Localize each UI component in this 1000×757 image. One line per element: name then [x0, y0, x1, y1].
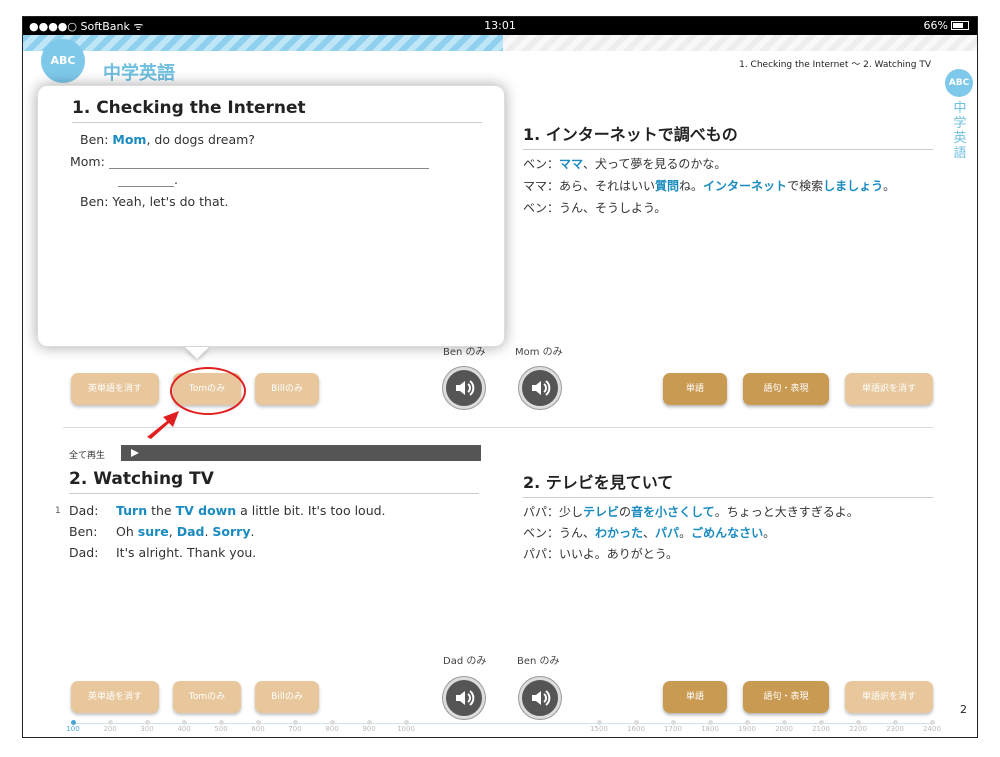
app-title: 中学英語	[103, 63, 175, 84]
section2-en-line-1: Dad: Turn the TV down a little bit. It's …	[69, 503, 386, 518]
phrases-button-2[interactable]: 語句・表現	[743, 681, 829, 713]
timeline-tick-label: 1600	[627, 725, 645, 733]
timeline-tick-label: 2100	[812, 725, 830, 733]
play-all-label: 全て再生	[69, 451, 106, 461]
side-menu-title[interactable]: 中学英語	[953, 101, 967, 161]
battery-indicator: 66%	[924, 19, 969, 32]
section2-en-line-3: Dad: It's alright. Thank you.	[69, 545, 257, 560]
battery-percent: 66%	[923, 19, 948, 32]
ben-audio-button[interactable]	[443, 367, 485, 409]
timeline-tick-label: 600	[251, 725, 265, 733]
clock: 13:01	[484, 19, 516, 32]
bill-only-button-2[interactable]: Billのみ	[255, 681, 319, 713]
words-button-2[interactable]: 単語	[663, 681, 727, 713]
side-menu-button[interactable]: ABC	[945, 69, 973, 97]
timeline-tick-label: 800	[325, 725, 339, 733]
popup-line-3: .	[118, 172, 178, 187]
erase-english-button-2[interactable]: 英単語を消す	[71, 681, 159, 713]
section-divider	[63, 427, 933, 428]
popup-line-2: Mom:	[70, 154, 429, 169]
app-logo: ABC	[41, 39, 85, 83]
speaker-icon	[532, 380, 551, 396]
battery-icon	[951, 21, 969, 30]
bill-only-button[interactable]: Billのみ	[255, 373, 319, 405]
timeline-tick-label: 400	[177, 725, 191, 733]
answer-blank-2[interactable]	[118, 175, 174, 187]
section2-en-line-2: Ben: Oh sure, Dad. Sorry.	[69, 524, 255, 539]
popup-pointer	[185, 347, 209, 359]
timeline-tick-label: 1700	[664, 725, 682, 733]
erase-english-button[interactable]: 英単語を消す	[71, 373, 159, 405]
timeline-tick-label: 2300	[886, 725, 904, 733]
annotation-arrow-icon	[147, 411, 179, 439]
timeline-tick-label: 500	[214, 725, 228, 733]
mom-audio-button[interactable]	[519, 367, 561, 409]
section2-jp-line-1: パパ：少しテレビの音を小さくして。ちょっと大きすぎるよ。	[523, 505, 859, 519]
section1-jp-line-1: ベン：ママ、犬って夢を見るのかな。	[523, 157, 727, 171]
dialogue-popup: 1. Checking the Internet Ben: Mom, do do…	[37, 85, 505, 347]
header-stripe-right	[503, 35, 977, 51]
section1-jp-line-3: ベン：うん、そうしよう。	[523, 201, 667, 215]
timeline-tick-label: 700	[288, 725, 302, 733]
breadcrumb: 1. Checking the Internet ～ 2. Watching T…	[739, 60, 931, 70]
section2-jp-line-3: パパ：いいよ。ありがとう。	[523, 547, 679, 561]
play-all-bar[interactable]	[121, 445, 481, 461]
timeline-tick-label: 100	[66, 725, 80, 733]
answer-blank-1[interactable]	[108, 157, 429, 169]
status-bar: ●●●●○ SoftBank ᯤ 13:01 66%	[23, 17, 977, 35]
device-screen: ●●●●○ SoftBank ᯤ 13:01 66% ABC 中学英語 1. C…	[22, 16, 978, 738]
dad-audio-button[interactable]	[443, 677, 485, 719]
timeline-tick-label: 2200	[849, 725, 867, 733]
section2-jp-title: 2. テレビを見ていて	[523, 469, 933, 498]
timeline-tick-label: 300	[140, 725, 154, 733]
section2-jp-line-2: ベン：うん、わかった、パパ。ごめんなさい。	[523, 526, 776, 540]
timeline-tick-label: 1500	[590, 725, 608, 733]
timeline-tick-label: 1000	[397, 725, 415, 733]
ben-audio-button-2[interactable]	[519, 677, 561, 719]
page-number: 2	[960, 703, 967, 716]
phrases-button[interactable]: 語句・表現	[743, 373, 829, 405]
page-timeline[interactable]	[71, 723, 935, 724]
words-button[interactable]: 単語	[663, 373, 727, 405]
mom-only-label: Mom のみ	[515, 347, 563, 358]
timeline-tick-label: 2400	[923, 725, 941, 733]
speaker-icon	[456, 380, 475, 396]
popup-line-4: Ben: Yeah, let's do that.	[80, 194, 229, 209]
erase-translation-button[interactable]: 単語訳を消す	[845, 373, 933, 405]
ben-only-label-2: Ben のみ	[517, 656, 560, 667]
speaker-icon	[532, 690, 551, 706]
erase-translation-button-2[interactable]: 単語訳を消す	[845, 681, 933, 713]
speaker-icon	[456, 690, 475, 706]
popup-title: 1. Checking the Internet	[72, 98, 482, 123]
popup-line-1: Ben: Mom, do dogs dream?	[80, 132, 255, 147]
tom-only-button-2[interactable]: Tomのみ	[173, 681, 241, 713]
timeline-tick-label: 900	[362, 725, 376, 733]
timeline-tick-label: 1800	[701, 725, 719, 733]
line-number: 1	[55, 506, 61, 516]
section1-jp-line-2: ママ：あら、それはいい質問ね。インターネットで検索しましょう。	[523, 179, 896, 193]
header-stripe-left	[23, 35, 503, 51]
timeline-tick-label: 1900	[738, 725, 756, 733]
timeline-tick-label: 2000	[775, 725, 793, 733]
timeline-tick-label: 200	[103, 725, 117, 733]
section1-jp-title: 1. インターネットで調べもの	[523, 121, 933, 150]
dad-only-label: Dad のみ	[443, 656, 487, 667]
annotation-circle	[170, 367, 246, 415]
section2-en-title: 2. Watching TV	[69, 469, 479, 494]
